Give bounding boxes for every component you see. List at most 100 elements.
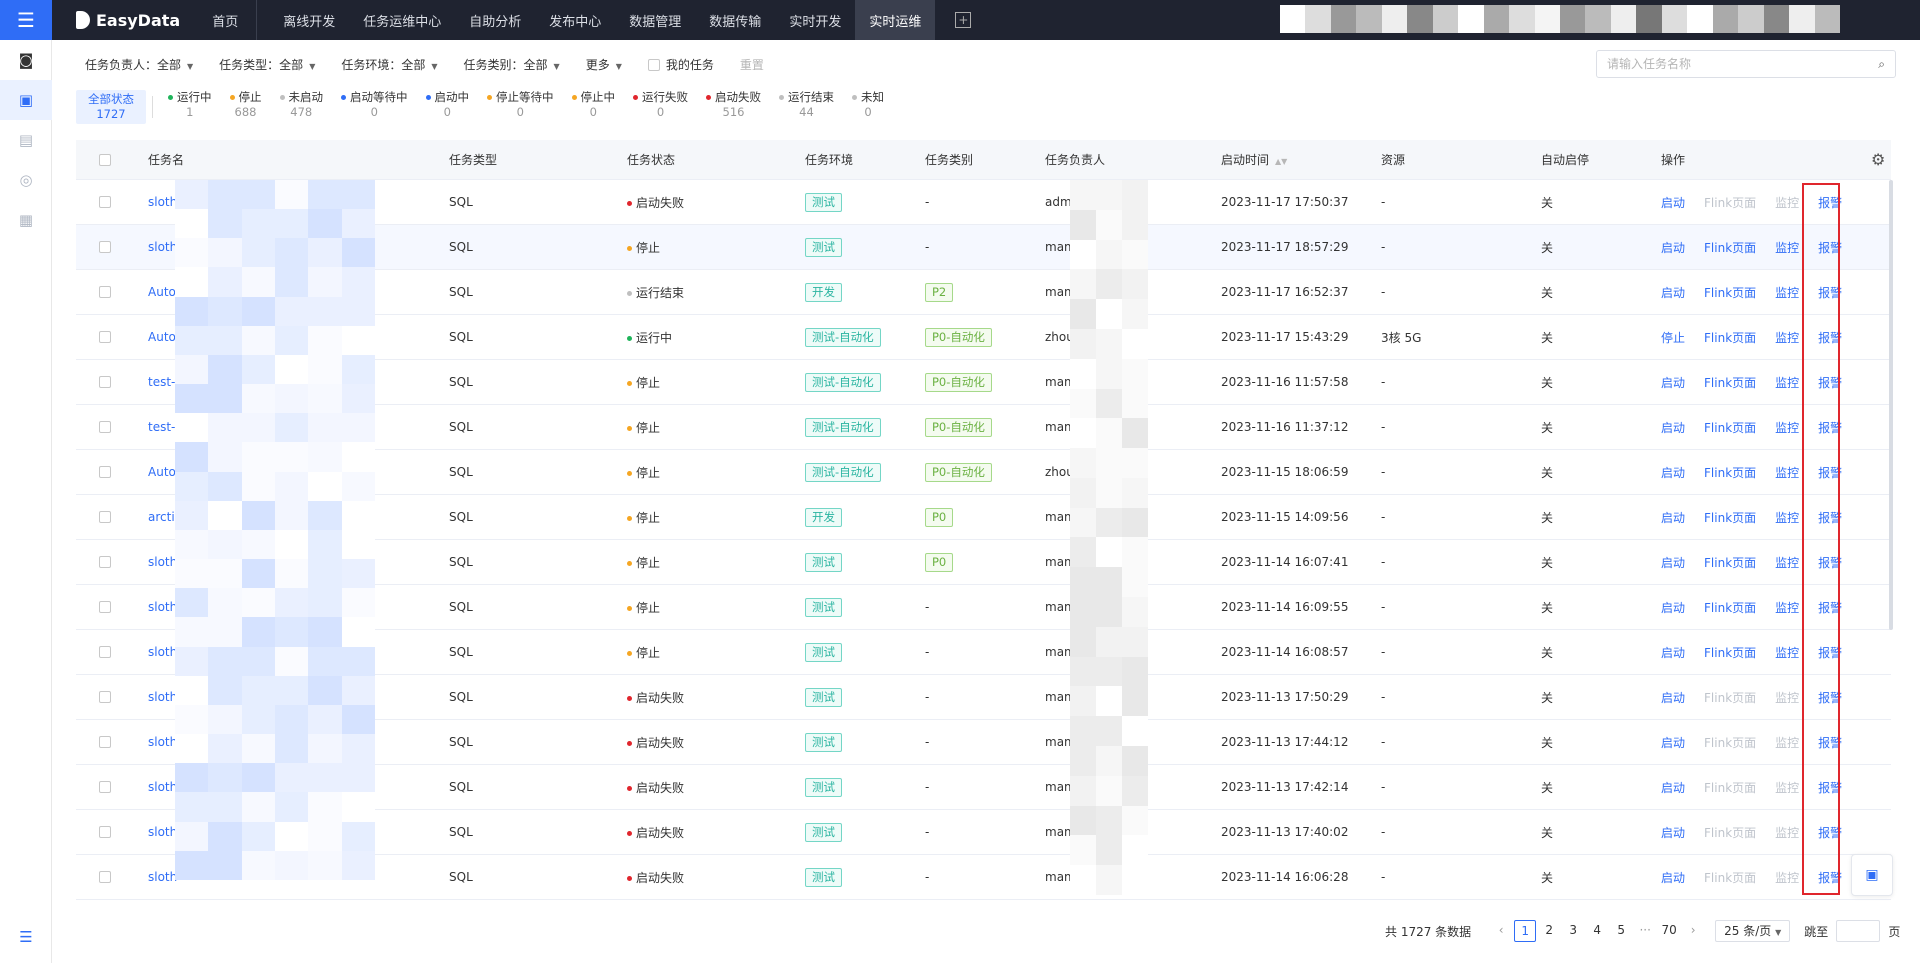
monitor-link[interactable]: 监控 — [1775, 556, 1799, 570]
monitor-link[interactable]: 监控 — [1775, 286, 1799, 300]
alarm-link[interactable]: 报警 — [1818, 736, 1842, 750]
task-name[interactable]: arcti — [148, 510, 175, 524]
start-stop-button[interactable]: 启动 — [1661, 871, 1685, 885]
column-settings-icon[interactable]: ⚙ — [1871, 150, 1891, 169]
checkbox[interactable] — [99, 376, 111, 388]
start-stop-button[interactable]: 启动 — [1661, 691, 1685, 705]
task-name[interactable]: test- — [148, 375, 175, 389]
flink-page-link[interactable]: Flink页面 — [1704, 421, 1756, 435]
page-button[interactable]: 5 — [1610, 920, 1632, 942]
flink-page-link[interactable]: Flink页面 — [1704, 601, 1756, 615]
page-button[interactable]: 70 — [1658, 920, 1680, 942]
checkbox[interactable] — [99, 736, 111, 748]
add-tab-icon[interactable]: + — [955, 12, 972, 28]
checkbox[interactable] — [99, 556, 111, 568]
flink-page-link[interactable]: Flink页面 — [1704, 466, 1756, 480]
task-name[interactable]: sloth — [148, 780, 177, 794]
flink-page-link[interactable]: Flink页面 — [1704, 556, 1756, 570]
start-stop-button[interactable]: 启动 — [1661, 646, 1685, 660]
status-tab[interactable]: 停止 688 — [221, 90, 271, 124]
nav-item[interactable]: 实时运维 — [855, 0, 936, 40]
flink-page-link[interactable]: Flink页面 — [1704, 286, 1756, 300]
nav-item[interactable]: 数据管理 — [615, 0, 695, 40]
alarm-link[interactable]: 报警 — [1818, 871, 1842, 885]
start-stop-button[interactable]: 启动 — [1661, 241, 1685, 255]
task-name[interactable]: Auto — [148, 285, 176, 299]
status-tab[interactable]: 启动中 0 — [417, 90, 479, 124]
row-checkbox[interactable] — [76, 555, 148, 569]
sort-icon[interactable]: ▲▼ — [1275, 157, 1287, 166]
status-tab[interactable]: 全部状态 1727 — [76, 90, 146, 124]
task-name[interactable]: sloth — [148, 735, 177, 749]
start-stop-button[interactable]: 启动 — [1661, 601, 1685, 615]
alarm-link[interactable]: 报警 — [1818, 241, 1842, 255]
page-button[interactable]: 4 — [1586, 920, 1608, 942]
brand-logo[interactable]: EasyData — [76, 11, 180, 30]
reset-button[interactable]: 重置 — [740, 56, 764, 73]
nav-item[interactable]: 数据传输 — [695, 0, 775, 40]
start-stop-button[interactable]: 启动 — [1661, 286, 1685, 300]
assistant-icon[interactable]: ▣ — [1851, 854, 1893, 896]
start-stop-button[interactable]: 启动 — [1661, 736, 1685, 750]
monitor-link[interactable]: 监控 — [1775, 421, 1799, 435]
monitor-link[interactable]: 监控 — [1775, 376, 1799, 390]
checkbox[interactable] — [99, 241, 111, 253]
filter-dropdown[interactable]: 任务类别：全部 ▼ — [464, 56, 560, 73]
page-button[interactable]: 2 — [1538, 920, 1560, 942]
status-tab[interactable]: 未启动 478 — [271, 90, 333, 124]
checkbox[interactable] — [99, 331, 111, 343]
task-name[interactable]: sloth — [148, 870, 177, 884]
realtime-ops-icon[interactable]: ◙ — [0, 40, 52, 80]
task-name[interactable]: Auto — [148, 465, 176, 479]
collapse-sidebar-icon[interactable]: ☰ — [0, 917, 52, 957]
monitor-link[interactable]: 监控 — [1775, 646, 1799, 660]
task-name[interactable]: sloth — [148, 195, 177, 209]
filter-dropdown[interactable]: 任务类型：全部 ▼ — [219, 56, 315, 73]
task-name[interactable]: sloth — [148, 600, 177, 614]
task-name[interactable]: test- — [148, 420, 175, 434]
status-tab[interactable]: 运行结束 44 — [770, 90, 843, 124]
monitor-link[interactable]: 监控 — [1775, 241, 1799, 255]
status-tab[interactable]: 未知 0 — [843, 90, 893, 124]
alarm-link[interactable]: 报警 — [1818, 601, 1842, 615]
row-checkbox[interactable] — [76, 285, 148, 299]
row-checkbox[interactable] — [76, 465, 148, 479]
alarm-link[interactable]: 报警 — [1818, 376, 1842, 390]
checkbox[interactable] — [99, 871, 111, 883]
checkbox[interactable] — [99, 601, 111, 613]
status-tab[interactable]: 停止等待中 0 — [478, 90, 563, 124]
nav-item[interactable]: 首页 — [198, 0, 258, 40]
scrollbar[interactable] — [1889, 180, 1893, 630]
flink-page-link[interactable]: Flink页面 — [1704, 331, 1756, 345]
page-button[interactable]: ··· — [1634, 920, 1656, 942]
flink-page-link[interactable]: Flink页面 — [1704, 376, 1756, 390]
start-stop-button[interactable]: 启动 — [1661, 376, 1685, 390]
start-stop-button[interactable]: 启动 — [1661, 511, 1685, 525]
monitor-link[interactable]: 监控 — [1775, 466, 1799, 480]
row-checkbox[interactable] — [76, 600, 148, 614]
alarm-link[interactable]: 报警 — [1818, 646, 1842, 660]
task-name[interactable]: Auto — [148, 330, 176, 344]
page-size-select[interactable]: 25 条/页 ▼ — [1715, 920, 1791, 942]
start-stop-button[interactable]: 停止 — [1661, 331, 1685, 345]
row-checkbox[interactable] — [76, 375, 148, 389]
next-page-button[interactable]: › — [1682, 920, 1704, 942]
checkbox[interactable] — [99, 691, 111, 703]
status-tab[interactable]: 运行中 1 — [159, 90, 221, 124]
alarm-link[interactable]: 报警 — [1818, 691, 1842, 705]
monitor-icon[interactable]: ▤ — [0, 120, 52, 160]
search-task-icon[interactable]: ◎ — [0, 160, 52, 200]
search-input[interactable] — [1607, 57, 1847, 71]
page-button[interactable]: 3 — [1562, 920, 1584, 942]
checkbox[interactable] — [99, 646, 111, 658]
row-checkbox[interactable] — [76, 330, 148, 344]
task-search[interactable]: ⌕ — [1596, 50, 1896, 78]
row-checkbox[interactable] — [76, 195, 148, 209]
task-name[interactable]: sloth — [148, 825, 177, 839]
alarm-link[interactable]: 报警 — [1818, 421, 1842, 435]
row-checkbox[interactable] — [76, 825, 148, 839]
monitor-link[interactable]: 监控 — [1775, 601, 1799, 615]
row-checkbox[interactable] — [76, 690, 148, 704]
start-stop-button[interactable]: 启动 — [1661, 556, 1685, 570]
status-tab[interactable]: 停止中 0 — [563, 90, 625, 124]
